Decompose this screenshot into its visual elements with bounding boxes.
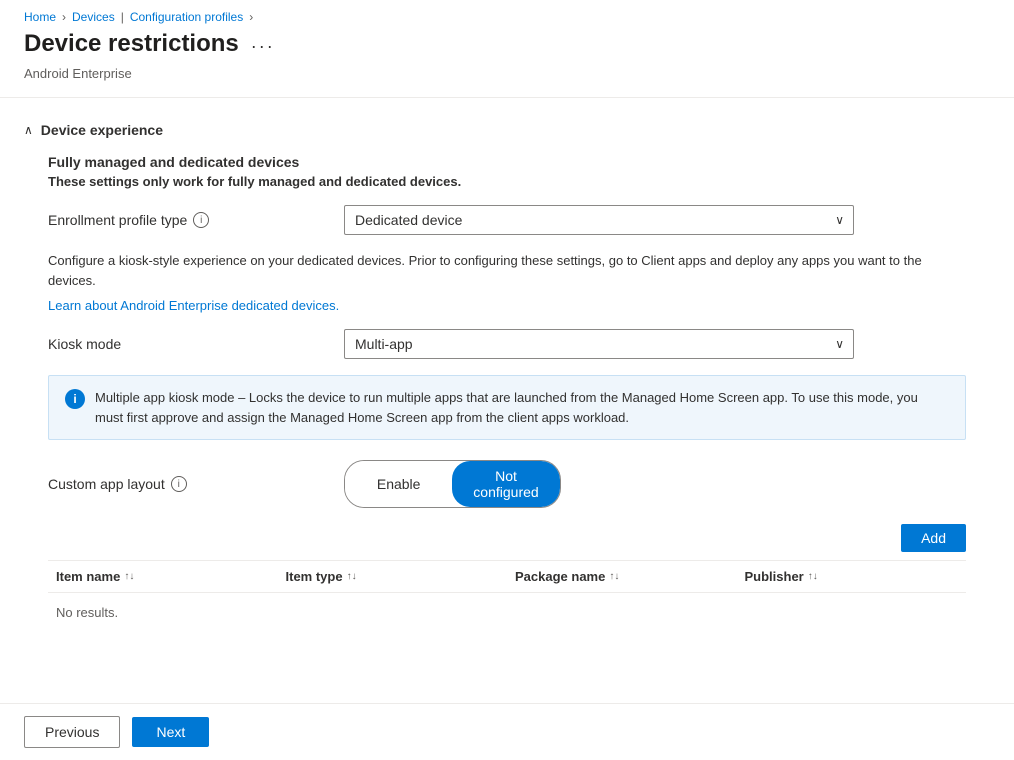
page-title: Device restrictions	[24, 30, 239, 58]
main-content: ∧ Device experience Fully managed and de…	[0, 106, 1014, 648]
breadcrumb-sep-3: ›	[249, 10, 253, 24]
breadcrumb-home[interactable]: Home	[24, 10, 56, 24]
enrollment-profile-row: Enrollment profile type i Dedicated devi…	[48, 205, 966, 235]
header-divider	[0, 97, 1014, 98]
sort-package-name-icon: ↑↓	[609, 571, 619, 582]
custom-app-layout-label: Custom app layout i	[48, 476, 328, 492]
toggle-enable-button[interactable]: Enable	[345, 461, 452, 507]
col-header-item-name[interactable]: Item name ↑↓	[48, 569, 278, 584]
page-header: Device restrictions ···	[0, 30, 1014, 66]
breadcrumb-sep-2: |	[121, 10, 124, 24]
custom-app-layout-toggle: Enable Not configured	[344, 460, 561, 508]
subsection-description: These settings only work for fully manag…	[48, 174, 966, 189]
subsection-title: Fully managed and dedicated devices	[48, 154, 966, 170]
kiosk-mode-label: Kiosk mode	[48, 336, 328, 352]
previous-button[interactable]: Previous	[24, 716, 120, 748]
sort-item-type-icon: ↑↓	[347, 571, 357, 582]
section-body: Fully managed and dedicated devices Thes…	[24, 146, 990, 640]
table-header: Item name ↑↓ Item type ↑↓ Package name ↑…	[48, 561, 966, 593]
enrollment-profile-select[interactable]: Dedicated device Fully managed Corporate…	[344, 205, 854, 235]
learn-more-link[interactable]: Learn about Android Enterprise dedicated…	[48, 298, 966, 313]
breadcrumb-devices[interactable]: Devices	[72, 10, 115, 24]
custom-app-layout-info-icon[interactable]: i	[171, 476, 187, 492]
multi-app-info-box: i Multiple app kiosk mode – Locks the de…	[48, 375, 966, 440]
sort-item-name-icon: ↑↓	[124, 571, 134, 582]
enrollment-profile-select-wrapper: Dedicated device Fully managed Corporate…	[344, 205, 854, 235]
toggle-not-configured-button[interactable]: Not configured	[452, 461, 559, 507]
sort-publisher-icon: ↑↓	[808, 571, 818, 582]
app-table: Item name ↑↓ Item type ↑↓ Package name ↑…	[48, 560, 966, 632]
breadcrumb-sep-1: ›	[62, 10, 66, 24]
add-button[interactable]: Add	[901, 524, 966, 552]
col-header-package-name[interactable]: Package name ↑↓	[507, 569, 737, 584]
custom-app-layout-row: Custom app layout i Enable Not configure…	[48, 460, 966, 508]
kiosk-mode-select-wrapper: Single app Multi-app Not configured ∨	[344, 329, 854, 359]
section-header-device-experience[interactable]: ∧ Device experience	[24, 114, 990, 146]
col-header-item-type[interactable]: Item type ↑↓	[278, 569, 508, 584]
kiosk-info-text: Configure a kiosk-style experience on yo…	[48, 251, 966, 290]
page-subtitle: Android Enterprise	[0, 66, 1014, 97]
enrollment-profile-info-icon[interactable]: i	[193, 212, 209, 228]
kiosk-mode-select[interactable]: Single app Multi-app Not configured	[344, 329, 854, 359]
next-button[interactable]: Next	[132, 717, 209, 747]
info-box-icon: i	[65, 389, 85, 409]
breadcrumb-config-profiles[interactable]: Configuration profiles	[130, 10, 243, 24]
section-title: Device experience	[41, 122, 163, 138]
breadcrumb: Home › Devices | Configuration profiles …	[0, 0, 1014, 30]
footer: Previous Next	[0, 703, 1014, 760]
info-box-text: Multiple app kiosk mode – Locks the devi…	[95, 388, 949, 427]
table-empty-message: No results.	[48, 593, 966, 632]
kiosk-mode-row: Kiosk mode Single app Multi-app Not conf…	[48, 329, 966, 359]
enrollment-profile-label: Enrollment profile type i	[48, 212, 328, 228]
page-menu-button[interactable]: ···	[251, 36, 275, 57]
section-chevron-icon: ∧	[24, 123, 33, 137]
col-header-publisher[interactable]: Publisher ↑↓	[737, 569, 967, 584]
